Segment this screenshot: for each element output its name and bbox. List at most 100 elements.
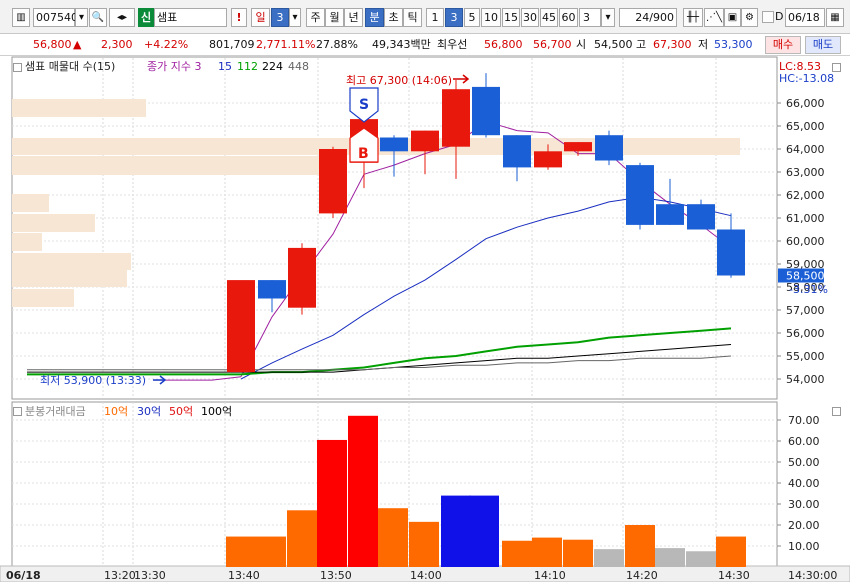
- date-checkbox[interactable]: [762, 11, 774, 23]
- warning-button[interactable]: !: [231, 8, 247, 27]
- low-price: 53,300: [714, 38, 753, 51]
- interval-button-15[interactable]: 15: [502, 8, 520, 27]
- ma-legend-value[interactable]: 112: [237, 60, 258, 73]
- day-count-dropdown-icon[interactable]: ▾: [289, 8, 301, 27]
- low-annotation: 최저 53,900 (13:33): [40, 374, 146, 387]
- chart-area[interactable]: 66,000 65,000 64,000 63,000 62,000 61,000 60,0…: [0, 56, 850, 582]
- candle-up: [227, 280, 255, 373]
- period-month-button[interactable]: 월: [325, 8, 344, 27]
- lower-pane-close-icon[interactable]: [832, 407, 841, 416]
- volume-profile-band: [12, 156, 347, 175]
- best-quote-label: 최우선: [437, 38, 468, 51]
- period-value-field[interactable]: 3: [579, 8, 601, 27]
- quote-bar: 56,800 ▲ 2,300 +4.22% 801,709 2,771.11% …: [0, 34, 850, 56]
- period-dropdown-icon[interactable]: ▾: [601, 8, 615, 27]
- candle-down: [472, 86, 500, 136]
- candle-type-icon[interactable]: ╫┼: [683, 8, 703, 27]
- x-axis-tick-label: 14:20: [626, 569, 658, 582]
- day-count-field[interactable]: 3: [271, 8, 289, 27]
- data-count-field[interactable]: 24/900: [619, 8, 677, 27]
- calendar-icon[interactable]: ▦: [826, 8, 844, 27]
- trade-amount-legend-item[interactable]: 10억: [104, 405, 128, 418]
- ma-legend-value[interactable]: 448: [288, 60, 309, 73]
- volume-axis-tick-label: 50.00: [788, 456, 820, 469]
- interval-button-1[interactable]: 1: [426, 8, 444, 27]
- prev-next-icon[interactable]: ◂▸: [109, 8, 135, 27]
- chart-canvas[interactable]: 66,000 65,000 64,000 63,000 62,000 61,000 60,0…: [0, 56, 850, 582]
- period-week-button[interactable]: 주: [306, 8, 325, 27]
- volume-bar: [686, 551, 716, 567]
- low-label: 저: [698, 38, 709, 51]
- volume-bar: [502, 540, 532, 567]
- candle-up: [564, 142, 592, 152]
- volume-axis-tick-label: 20.00: [788, 519, 820, 532]
- volume-profile-band: [12, 194, 49, 212]
- x-axis-tick-label: 14:10: [534, 569, 566, 582]
- interval-button-5[interactable]: 5: [464, 8, 480, 27]
- volume-profile-band: [12, 270, 127, 287]
- trade-amount-legend-item[interactable]: 30억: [137, 405, 161, 418]
- volume-bar: [226, 536, 256, 567]
- chart-window: ▥ 007540 ▾ 🔍 ◂▸ 신 샘표 ! 일 3 ▾ 주 월 년 분 초 틱…: [0, 0, 850, 582]
- volume-profile-band: [12, 99, 146, 117]
- ma-legend-label[interactable]: 종가 지수 3: [147, 60, 201, 73]
- layout-icon[interactable]: ▥: [12, 8, 30, 27]
- x-axis-tick-label: 13:50: [320, 569, 352, 582]
- current-price: 56,800: [33, 38, 72, 51]
- high-annotation: 최고 67,300 (14:06): [346, 74, 452, 87]
- period-day-button[interactable]: 일: [251, 8, 270, 27]
- settings-icon[interactable]: ⚙: [741, 8, 758, 27]
- upper-pane-toggle[interactable]: [13, 63, 22, 72]
- y-axis-tick-label: 54,000: [786, 373, 825, 386]
- volume-bar: [317, 439, 347, 567]
- code-dropdown-icon[interactable]: ▾: [75, 8, 88, 27]
- interval-button-3[interactable]: 3: [445, 8, 463, 27]
- hc-indicator: HC:-13.08: [779, 72, 835, 85]
- x-axis-tick-label: 14:30:00: [788, 569, 837, 582]
- candle-up: [411, 130, 439, 152]
- search-icon[interactable]: 🔍: [89, 8, 107, 27]
- ma-legend-value[interactable]: 224: [262, 60, 283, 73]
- interval-button-30[interactable]: 30: [521, 8, 539, 27]
- y-axis-tick-label: 65,000: [786, 120, 825, 133]
- current-price-tag-label: 58,500: [786, 270, 825, 283]
- y-axis-tick-label: 66,000: [786, 97, 825, 110]
- volume-bar: [716, 536, 746, 567]
- interval-button-45[interactable]: 45: [540, 8, 558, 27]
- sell-button[interactable]: 매도: [805, 36, 841, 54]
- volume-axis-tick-label: 70.00: [788, 414, 820, 427]
- period-tick-button[interactable]: 틱: [403, 8, 422, 27]
- period-year-button[interactable]: 년: [344, 8, 363, 27]
- upper-pane-close-icon[interactable]: [832, 63, 841, 72]
- volume-bar: [655, 548, 685, 567]
- ma-legend-value[interactable]: 15: [218, 60, 232, 73]
- buy-button[interactable]: 매수: [765, 36, 801, 54]
- trend-line-icon[interactable]: ⋰╲: [704, 8, 724, 27]
- lower-pane-toggle[interactable]: [13, 407, 22, 416]
- candle-down: [717, 229, 745, 276]
- interval-button-60[interactable]: 60: [559, 8, 578, 27]
- stock-code-input[interactable]: 007540: [33, 8, 78, 27]
- volume-bar: [469, 495, 499, 567]
- y-axis-tick-label: 64,000: [786, 143, 825, 156]
- credit-badge: 신: [138, 8, 154, 27]
- x-axis-tick-label: 14:30: [718, 569, 750, 582]
- period-second-button[interactable]: 초: [384, 8, 403, 27]
- interval-button-10[interactable]: 10: [481, 8, 501, 27]
- volume-bar: [378, 508, 408, 567]
- toolbar: ▥ 007540 ▾ 🔍 ◂▸ 신 샘표 ! 일 3 ▾ 주 월 년 분 초 틱…: [0, 0, 850, 34]
- y-axis-tick-label: 55,000: [786, 350, 825, 363]
- save-icon[interactable]: ▣: [724, 8, 741, 27]
- y-axis-tick-label: 60,000: [786, 235, 825, 248]
- volume-ratio: 2,771.11%: [256, 38, 316, 51]
- date-field[interactable]: 06/18: [785, 8, 825, 27]
- period-minute-button[interactable]: 분: [365, 8, 384, 27]
- trade-amount-legend-item[interactable]: 50억: [169, 405, 193, 418]
- sell-signal-label: S: [359, 97, 369, 113]
- volume-bar: [287, 510, 317, 567]
- y-axis-tick-label: 62,000: [786, 189, 825, 202]
- trade-amount-legend-item[interactable]: 100억: [201, 405, 232, 418]
- volume-bar: [256, 536, 286, 567]
- trade-amount-legend[interactable]: 분봉거래대금: [25, 405, 86, 418]
- volume-profile-legend[interactable]: 샘표 매물대 수(15): [25, 60, 115, 73]
